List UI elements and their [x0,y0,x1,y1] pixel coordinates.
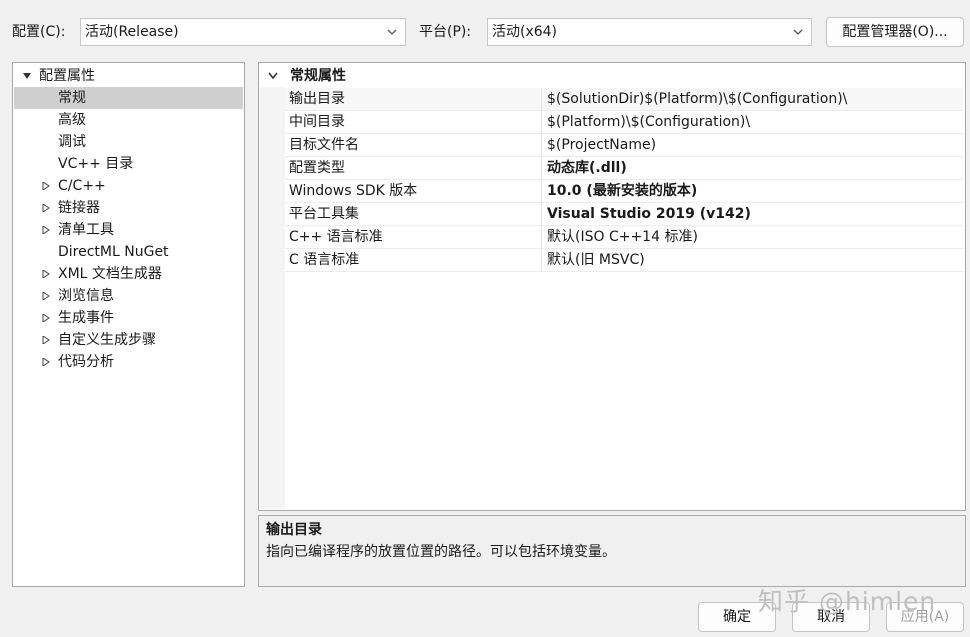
tree-item-label: 调试 [58,134,86,150]
property-grid: 常规属性 输出目录 $(SolutionDir)$(Platform)\$(Con… [258,62,966,511]
config-label: 配置(C): [12,24,66,40]
platform-dropdown-value: 活动(x64) [492,24,558,40]
section-title: 常规属性 [290,68,346,84]
tree-item[interactable]: 生成事件 [14,307,243,329]
description-title: 输出目录 [266,522,322,538]
tree-item-label: 浏览信息 [58,288,114,304]
property-name: Windows SDK 版本 [289,183,418,199]
config-dropdown-value: 活动(Release) [85,24,179,40]
tree-item-label: 高级 [58,112,86,128]
description-panel: 输出目录 指向已编译程序的放置位置的路径。可以包括环境变量。 [258,515,966,587]
tree-root-label: 配置属性 [39,68,95,84]
collapsed-triangle-icon[interactable] [42,358,50,366]
collapsed-triangle-icon[interactable] [42,226,50,234]
property-name: C++ 语言标准 [289,229,383,245]
column-divider [541,203,542,225]
platform-label: 平台(P): [419,24,472,40]
tree-item[interactable]: VC++ 目录 [14,153,243,175]
tree-item-label: 生成事件 [58,310,114,326]
column-divider [541,180,542,202]
section-header[interactable]: 常规属性 [260,65,964,87]
tree-item[interactable]: C/C++ [14,175,243,197]
collapsed-triangle-icon[interactable] [42,314,50,322]
property-row[interactable]: Windows SDK 版本 10.0 (最新安装的版本) [285,180,963,203]
property-row[interactable]: 配置类型 动态库(.dll) [285,157,963,180]
column-divider [541,249,542,271]
property-name: 平台工具集 [289,206,359,222]
column-divider [541,134,542,156]
column-divider [541,226,542,248]
property-row[interactable]: 平台工具集 Visual Studio 2019 (v142) [285,203,963,226]
tree-item-label: C/C++ [58,178,106,194]
property-value[interactable]: 10.0 (最新安装的版本) [547,181,697,201]
tree-item-label: 常规 [58,90,86,106]
chevron-down-icon[interactable] [268,72,278,80]
tree-item[interactable]: 调试 [14,131,243,153]
property-value[interactable]: Visual Studio 2019 (v142) [547,204,751,224]
property-value[interactable]: $(ProjectName) [547,135,656,155]
chevron-down-icon [387,29,397,35]
property-value[interactable]: 默认(旧 MSVC) [547,250,645,270]
property-row[interactable]: C 语言标准 默认(旧 MSVC) [285,249,963,272]
expanded-triangle-icon[interactable] [23,72,31,80]
property-value[interactable]: 默认(ISO C++14 标准) [547,227,698,247]
property-row[interactable]: 中间目录 $(Platform)\$(Configuration)\ [285,111,963,134]
column-divider [541,111,542,133]
platform-dropdown[interactable]: 活动(x64) [487,18,812,46]
property-value[interactable]: 动态库(.dll) [547,158,627,178]
grid-gutter [260,87,285,509]
tree-item-label: 链接器 [58,200,100,216]
collapsed-triangle-icon[interactable] [42,292,50,300]
tree-item[interactable]: 常规 [14,87,243,109]
tree-item-label: 清单工具 [58,222,114,238]
tree-item-label: 代码分析 [58,354,114,370]
collapsed-triangle-icon[interactable] [42,336,50,344]
tree-item-label: 自定义生成步骤 [58,332,156,348]
property-value[interactable]: $(SolutionDir)$(Platform)\$(Configuratio… [547,89,847,109]
config-manager-button[interactable]: 配置管理器(O)... [826,17,964,47]
property-name: C 语言标准 [289,252,360,268]
tree-item-label: DirectML NuGet [58,244,169,260]
watermark: 知乎 @himlen [758,587,937,616]
property-row[interactable]: C++ 语言标准 默认(ISO C++14 标准) [285,226,963,249]
tree-item[interactable]: 代码分析 [14,351,243,373]
config-tree: 配置属性 常规高级调试 VC++ 目录 C/C++ 链接器清单工具 DirectML N… [12,62,245,587]
tree-item[interactable]: 自定义生成步骤 [14,329,243,351]
tree-item[interactable]: DirectML NuGet [14,241,243,263]
chevron-down-icon [793,29,803,35]
property-name: 配置类型 [289,160,345,176]
tree-item[interactable]: 链接器 [14,197,243,219]
property-row[interactable]: 输出目录 $(SolutionDir)$(Platform)\$(Configur… [285,88,963,111]
tree-item-label: XML 文档生成器 [58,266,162,282]
column-divider [541,88,542,110]
tree-item[interactable]: 高级 [14,109,243,131]
description-text: 指向已编译程序的放置位置的路径。可以包括环境变量。 [266,544,616,560]
tree-item[interactable]: 清单工具 [14,219,243,241]
property-value[interactable]: $(Platform)\$(Configuration)\ [547,112,750,132]
collapsed-triangle-icon[interactable] [42,204,50,212]
property-name: 输出目录 [289,91,345,107]
property-name: 目标文件名 [289,137,359,153]
column-divider [541,157,542,179]
tree-root[interactable]: 配置属性 [14,65,243,87]
tree-item[interactable]: 浏览信息 [14,285,243,307]
property-row[interactable]: 目标文件名 $(ProjectName) [285,134,963,157]
config-dropdown[interactable]: 活动(Release) [80,18,406,46]
collapsed-triangle-icon[interactable] [42,270,50,278]
collapsed-triangle-icon[interactable] [42,182,50,190]
property-name: 中间目录 [289,114,345,130]
tree-item-label: VC++ 目录 [58,156,134,172]
tree-item[interactable]: XML 文档生成器 [14,263,243,285]
